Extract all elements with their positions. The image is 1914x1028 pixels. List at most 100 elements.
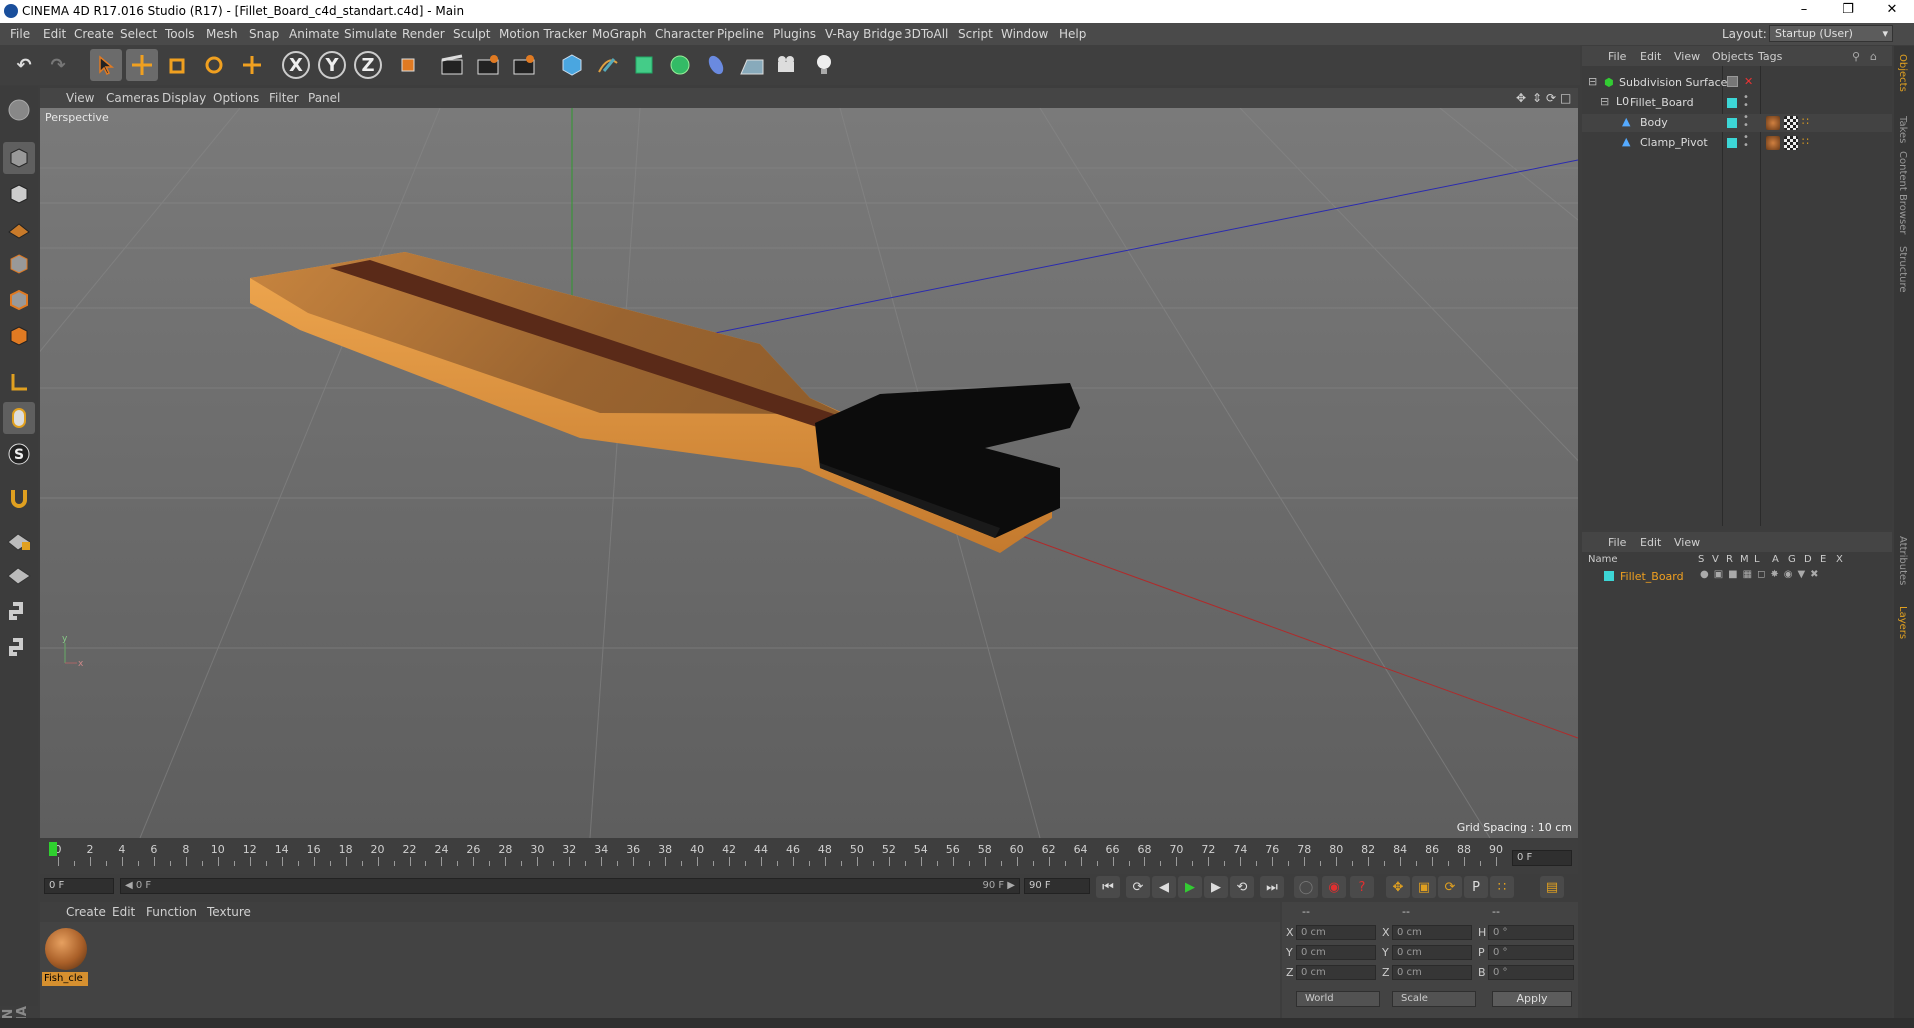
material-menu-texture[interactable]: Texture bbox=[207, 905, 251, 919]
rotation-b-field[interactable]: 0 ° bbox=[1488, 965, 1574, 980]
object-row-body[interactable]: ▲ Body • • ∷ bbox=[1582, 113, 1892, 132]
visibility-dots-icon[interactable]: • • bbox=[1743, 113, 1749, 131]
phong-tag-icon[interactable]: ∷ bbox=[1802, 115, 1809, 128]
points-mode-button[interactable] bbox=[3, 248, 35, 280]
workplane-lock-button[interactable] bbox=[3, 524, 35, 556]
home-icon[interactable]: ⌂ bbox=[1870, 50, 1877, 63]
objects-menu-view[interactable]: View bbox=[1674, 50, 1700, 63]
keyframe-parameter-button[interactable]: P bbox=[1464, 876, 1488, 898]
magnet-button[interactable] bbox=[3, 482, 35, 514]
menu-character[interactable]: Character bbox=[655, 27, 714, 41]
tab-takes[interactable]: Takes bbox=[1897, 116, 1908, 143]
y-axis-lock-button[interactable]: Y bbox=[318, 51, 346, 79]
menu-help[interactable]: Help bbox=[1059, 27, 1086, 41]
playhead-marker[interactable] bbox=[49, 842, 57, 856]
current-frame-field[interactable]: 0 F bbox=[1512, 850, 1572, 866]
tab-objects[interactable]: Objects bbox=[1897, 54, 1908, 92]
objects-menu-objects[interactable]: Objects bbox=[1712, 50, 1754, 63]
menu-file[interactable]: File bbox=[10, 27, 30, 41]
material-tag-icon[interactable] bbox=[1766, 116, 1780, 130]
viewport-menu-panel[interactable]: Panel bbox=[308, 91, 340, 105]
close-button[interactable]: ✕ bbox=[1872, 2, 1912, 21]
add-light-button[interactable] bbox=[808, 49, 840, 81]
python-script-button[interactable] bbox=[3, 596, 35, 628]
object-row-fillet-board[interactable]: ⊟ L0 Fillet_Board • • bbox=[1582, 93, 1892, 112]
phong-tag-icon[interactable]: ∷ bbox=[1802, 135, 1809, 148]
make-editable-button[interactable] bbox=[3, 94, 35, 126]
texture-mode-button[interactable] bbox=[3, 178, 35, 210]
uvw-tag-icon[interactable] bbox=[1784, 116, 1798, 130]
minimize-button[interactable]: – bbox=[1784, 2, 1824, 21]
keyframe-rotation-button[interactable]: ⟳ bbox=[1438, 876, 1462, 898]
layer-color-swatch[interactable] bbox=[1727, 138, 1737, 148]
viewport-scroll-icon[interactable]: ⇕ bbox=[1532, 91, 1542, 105]
coordinate-mode-dropdown[interactable]: World bbox=[1296, 991, 1380, 1007]
viewport-move-icon[interactable]: ✥ bbox=[1516, 91, 1526, 105]
axis-mode-button[interactable] bbox=[3, 366, 35, 398]
layer-color-swatch[interactable] bbox=[1727, 118, 1737, 128]
record-keys-button[interactable]: ◯ bbox=[1294, 876, 1318, 898]
position-x-field[interactable]: 0 cm bbox=[1296, 925, 1376, 940]
add-camera-button[interactable] bbox=[772, 49, 804, 81]
viewport-menu-options[interactable]: Options bbox=[213, 91, 259, 105]
material-tag-icon[interactable] bbox=[1766, 136, 1780, 150]
preview-range-slider[interactable]: ◀ 0 F 90 F ▶ bbox=[120, 878, 1020, 894]
go-to-end-button[interactable]: ⏭ bbox=[1260, 876, 1284, 898]
add-floor-button[interactable] bbox=[736, 49, 768, 81]
menu-edit[interactable]: Edit bbox=[43, 27, 66, 41]
menu-vray-bridge[interactable]: V-Ray Bridge bbox=[825, 27, 902, 41]
x-axis-lock-button[interactable]: X bbox=[282, 51, 310, 79]
scale-tool-button[interactable] bbox=[162, 49, 194, 81]
add-cube-button[interactable] bbox=[556, 49, 588, 81]
render-settings-button[interactable] bbox=[508, 49, 540, 81]
layer-color-swatch[interactable] bbox=[1604, 571, 1614, 581]
layer-color-swatch[interactable] bbox=[1727, 98, 1737, 108]
tweak-mode-button[interactable] bbox=[3, 402, 35, 434]
tab-content-browser[interactable]: Content Browser bbox=[1897, 151, 1908, 234]
tab-attributes[interactable]: Attributes bbox=[1897, 536, 1908, 585]
end-frame-field[interactable]: 90 F bbox=[1024, 878, 1090, 894]
tab-layers[interactable]: Layers bbox=[1897, 606, 1908, 639]
position-y-field[interactable]: 0 cm bbox=[1296, 945, 1376, 960]
viewport-menu-view[interactable]: View bbox=[66, 91, 94, 105]
layer-flags-icons[interactable]: ●▣■▦◻✸◉▼✖ bbox=[1700, 569, 1824, 580]
maximize-button[interactable]: ❐ bbox=[1828, 2, 1868, 21]
object-row-clamp-pivot[interactable]: ▲ Clamp_Pivot • • ∷ bbox=[1582, 133, 1892, 152]
visibility-dots-icon[interactable]: • • bbox=[1743, 133, 1749, 151]
menu-create[interactable]: Create bbox=[74, 27, 114, 41]
objects-menu-tags[interactable]: Tags bbox=[1758, 50, 1782, 63]
size-z-field[interactable]: 0 cm bbox=[1392, 965, 1472, 980]
menu-sculpt[interactable]: Sculpt bbox=[453, 27, 490, 41]
menu-3dtoall[interactable]: 3DToAll bbox=[904, 27, 948, 41]
menu-snap[interactable]: Snap bbox=[249, 27, 279, 41]
rotation-h-field[interactable]: 0 ° bbox=[1488, 925, 1574, 940]
timeline-layout-button[interactable]: ▤ bbox=[1540, 876, 1564, 898]
last-tool-button[interactable] bbox=[236, 49, 268, 81]
material-menu-function[interactable]: Function bbox=[146, 905, 197, 919]
visibility-dots-icon[interactable]: • • bbox=[1743, 93, 1749, 111]
snapping-button[interactable]: S bbox=[3, 438, 35, 470]
timeline-ruler[interactable]: 0 2 4 6 8 10 12 14 16 18 20 22 24 26 28 30 32 34 36 38 40 42 4… bbox=[40, 840, 1578, 874]
menu-mograph[interactable]: MoGraph bbox=[592, 27, 647, 41]
menu-pipeline[interactable]: Pipeline bbox=[717, 27, 764, 41]
size-y-field[interactable]: 0 cm bbox=[1392, 945, 1472, 960]
perspective-viewport[interactable]: y x Perspective Grid Spacing : 10 cm bbox=[40, 108, 1578, 838]
record-button[interactable]: ◉ bbox=[1322, 876, 1346, 898]
layer-toggle-icon[interactable] bbox=[1727, 76, 1738, 87]
viewport-menu-cameras[interactable]: Cameras bbox=[106, 91, 159, 105]
apply-button[interactable]: Apply bbox=[1492, 991, 1572, 1007]
viewport-maximize-icon[interactable]: □ bbox=[1560, 91, 1571, 105]
edges-mode-button[interactable] bbox=[3, 284, 35, 316]
previous-frame-button[interactable]: ◀ bbox=[1152, 876, 1176, 898]
uvw-tag-icon[interactable] bbox=[1784, 136, 1798, 150]
workplane-mode-button[interactable] bbox=[3, 212, 35, 244]
previous-key-button[interactable]: ⟳ bbox=[1126, 876, 1150, 898]
menu-tools[interactable]: Tools bbox=[165, 27, 195, 41]
menu-plugins[interactable]: Plugins bbox=[773, 27, 816, 41]
live-selection-button[interactable] bbox=[90, 49, 122, 81]
objects-menu-edit[interactable]: Edit bbox=[1640, 50, 1661, 63]
layers-menu-edit[interactable]: Edit bbox=[1640, 536, 1661, 549]
python-script-2-button[interactable] bbox=[3, 632, 35, 664]
redo-button[interactable]: ↷ bbox=[42, 49, 74, 81]
size-x-field[interactable]: 0 cm bbox=[1392, 925, 1472, 940]
